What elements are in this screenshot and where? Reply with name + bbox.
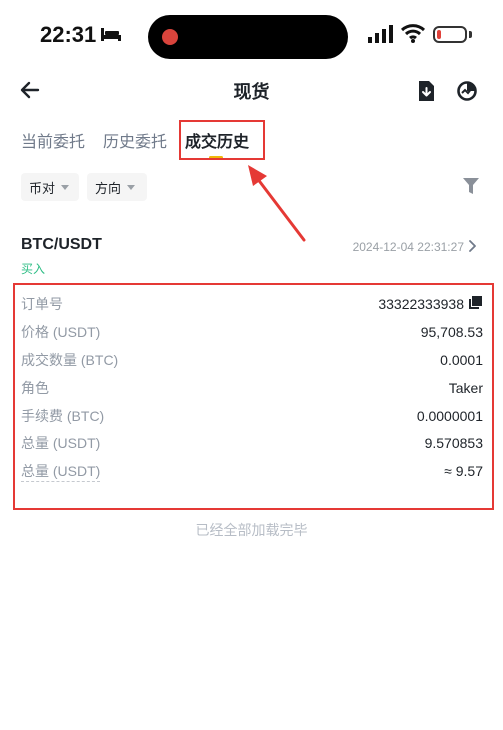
tab-order-history[interactable]: 历史委托: [103, 128, 167, 152]
caret-down-icon: [61, 184, 70, 190]
recording-indicator: [162, 29, 178, 45]
order-id-value: 33322333938: [378, 296, 464, 312]
total-approx-label[interactable]: 总量 (USDT): [21, 461, 101, 482]
annotation-box-tab: [179, 120, 265, 160]
copy-icon[interactable]: [468, 296, 482, 310]
chevron-right-icon[interactable]: [468, 240, 476, 252]
direction-filter-label: 方向: [95, 180, 122, 196]
pair-filter-label: 币对: [29, 180, 56, 196]
role-value: Taker: [448, 380, 483, 396]
end-of-list-text: 已经全部加载完毕: [195, 522, 308, 538]
battery-level: [437, 30, 441, 39]
caret-down-icon: [127, 184, 136, 190]
export-download-icon[interactable]: [416, 80, 436, 102]
trade-pair[interactable]: BTC/USDT: [21, 236, 102, 254]
total-value: 9.570853: [424, 435, 483, 451]
filter-funnel-icon[interactable]: [463, 178, 479, 195]
wifi-icon: [400, 24, 426, 43]
annotation-arrow: [248, 165, 306, 242]
fee-label: 手续费 (BTC): [21, 408, 105, 424]
pnl-analysis-icon[interactable]: [456, 80, 478, 102]
dynamic-island: [148, 15, 348, 59]
price-value: 95,708.53: [420, 324, 483, 340]
tab-open-orders[interactable]: 当前委托: [21, 128, 85, 152]
trade-datetime: 2024-12-04 22:31:27: [352, 240, 464, 254]
filled-amount-value: 0.0001: [440, 352, 483, 368]
total-label: 总量 (USDT): [21, 435, 101, 451]
direction-filter[interactable]: 方向: [87, 173, 147, 201]
fee-value: 0.0000001: [416, 408, 483, 424]
role-label: 角色: [21, 380, 49, 396]
sleep-focus-icon: [101, 28, 121, 41]
status-time: 22:31: [40, 22, 97, 47]
price-label: 价格 (USDT): [21, 324, 101, 340]
cellular-signal-icon: [368, 25, 393, 43]
trade-side-badge: 买入: [21, 262, 46, 276]
order-id-label: 订单号: [21, 296, 63, 312]
filled-amount-label: 成交数量 (BTC): [21, 352, 119, 368]
total-approx-value: ≈ 9.57: [444, 463, 483, 479]
battery-cap: [469, 31, 472, 38]
pair-filter[interactable]: 币对: [21, 173, 79, 201]
